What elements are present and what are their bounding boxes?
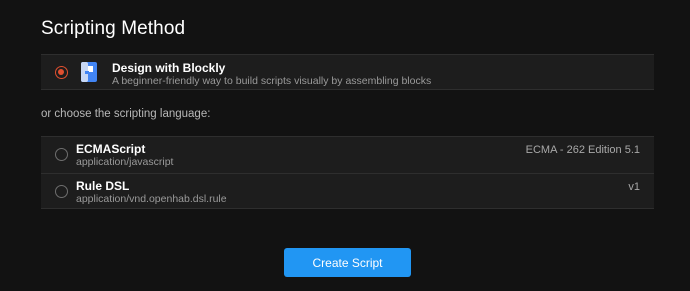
language-mime: application/vnd.openhab.dsl.rule — [76, 193, 227, 205]
create-script-button[interactable]: Create Script — [284, 248, 411, 277]
language-version: v1 — [628, 181, 640, 193]
language-title: ECMAScript — [76, 142, 146, 156]
language-version: ECMA - 262 Edition 5.1 — [525, 144, 640, 156]
language-option-rule-dsl[interactable]: Rule DSL application/vnd.openhab.dsl.rul… — [41, 173, 654, 209]
language-title: Rule DSL — [76, 179, 130, 193]
rule-dsl-radio[interactable] — [55, 185, 68, 198]
language-option-ecmascript[interactable]: ECMAScript application/javascript ECMA -… — [41, 137, 654, 173]
blockly-icon — [81, 62, 97, 82]
ecmascript-radio[interactable] — [55, 148, 68, 161]
blockly-option[interactable]: Design with Blockly A beginner-friendly … — [41, 54, 654, 90]
blockly-radio[interactable] — [55, 66, 68, 79]
page-title: Scripting Method — [41, 18, 186, 39]
language-mime: application/javascript — [76, 156, 174, 168]
choose-language-label: or choose the scripting language: — [41, 108, 211, 120]
blockly-title: Design with Blockly — [112, 61, 226, 75]
blockly-subtitle: A beginner-friendly way to build scripts… — [112, 75, 432, 87]
language-list: ECMAScript application/javascript ECMA -… — [41, 136, 654, 209]
